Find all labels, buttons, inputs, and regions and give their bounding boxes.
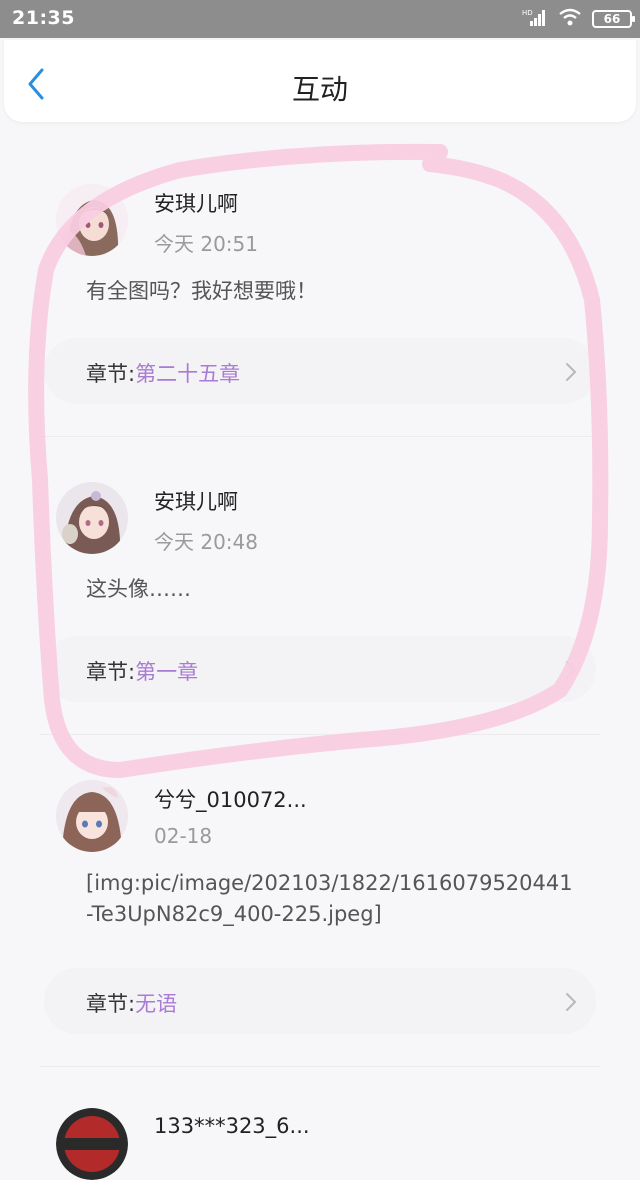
comment-time: 02-18	[154, 824, 213, 848]
divider	[40, 436, 600, 437]
comment-text: 这头像……	[86, 577, 191, 601]
network-type: HD	[522, 9, 533, 17]
chevron-right-icon	[566, 363, 577, 381]
chapter-link[interactable]: 章节:第一章	[44, 636, 596, 702]
chapter-link[interactable]: 章节:无语	[44, 968, 596, 1034]
battery-icon: 66	[592, 10, 635, 28]
chapter-label: 章节:第一章	[86, 656, 198, 686]
comment-time: 今天 20:48	[154, 530, 258, 554]
comment-text: 有全图吗？我好想要哦！	[86, 279, 317, 303]
username[interactable]: 133***323_6...	[154, 1114, 310, 1138]
chapter-name: 第二十五章	[135, 362, 241, 386]
avatar[interactable]	[56, 780, 128, 852]
username[interactable]: 安琪儿啊	[154, 188, 238, 218]
top-nav: 互动	[4, 40, 636, 122]
comment-text: [img:pic/image/202103/1822/1616079520441…	[86, 871, 573, 926]
status-bar: 21:35 HD 66	[0, 0, 640, 38]
chapter-prefix: 章节:	[86, 362, 136, 386]
chevron-right-icon	[566, 661, 577, 679]
chapter-link[interactable]: 章节:第二十五章	[44, 338, 596, 404]
chapter-prefix: 章节:	[86, 992, 136, 1016]
page-title: 互动	[291, 73, 348, 106]
signal-icon: HD	[522, 8, 548, 30]
comment-time: 今天 20:51	[154, 232, 258, 256]
chapter-name: 第一章	[135, 660, 199, 684]
divider	[40, 734, 600, 735]
wifi-icon	[558, 8, 582, 30]
avatar[interactable]	[56, 184, 128, 256]
username[interactable]: 安琪儿啊	[154, 486, 238, 516]
divider	[40, 1066, 600, 1067]
chapter-prefix: 章节:	[86, 660, 136, 684]
chapter-label: 章节:无语	[86, 988, 177, 1018]
avatar[interactable]	[56, 482, 128, 554]
chapter-name: 无语	[135, 992, 178, 1016]
chapter-label: 章节:第二十五章	[86, 358, 240, 388]
username[interactable]: 兮兮_010072...	[154, 784, 307, 814]
avatar[interactable]	[56, 1108, 128, 1180]
status-time: 21:35	[12, 7, 75, 29]
chevron-right-icon	[566, 993, 577, 1011]
